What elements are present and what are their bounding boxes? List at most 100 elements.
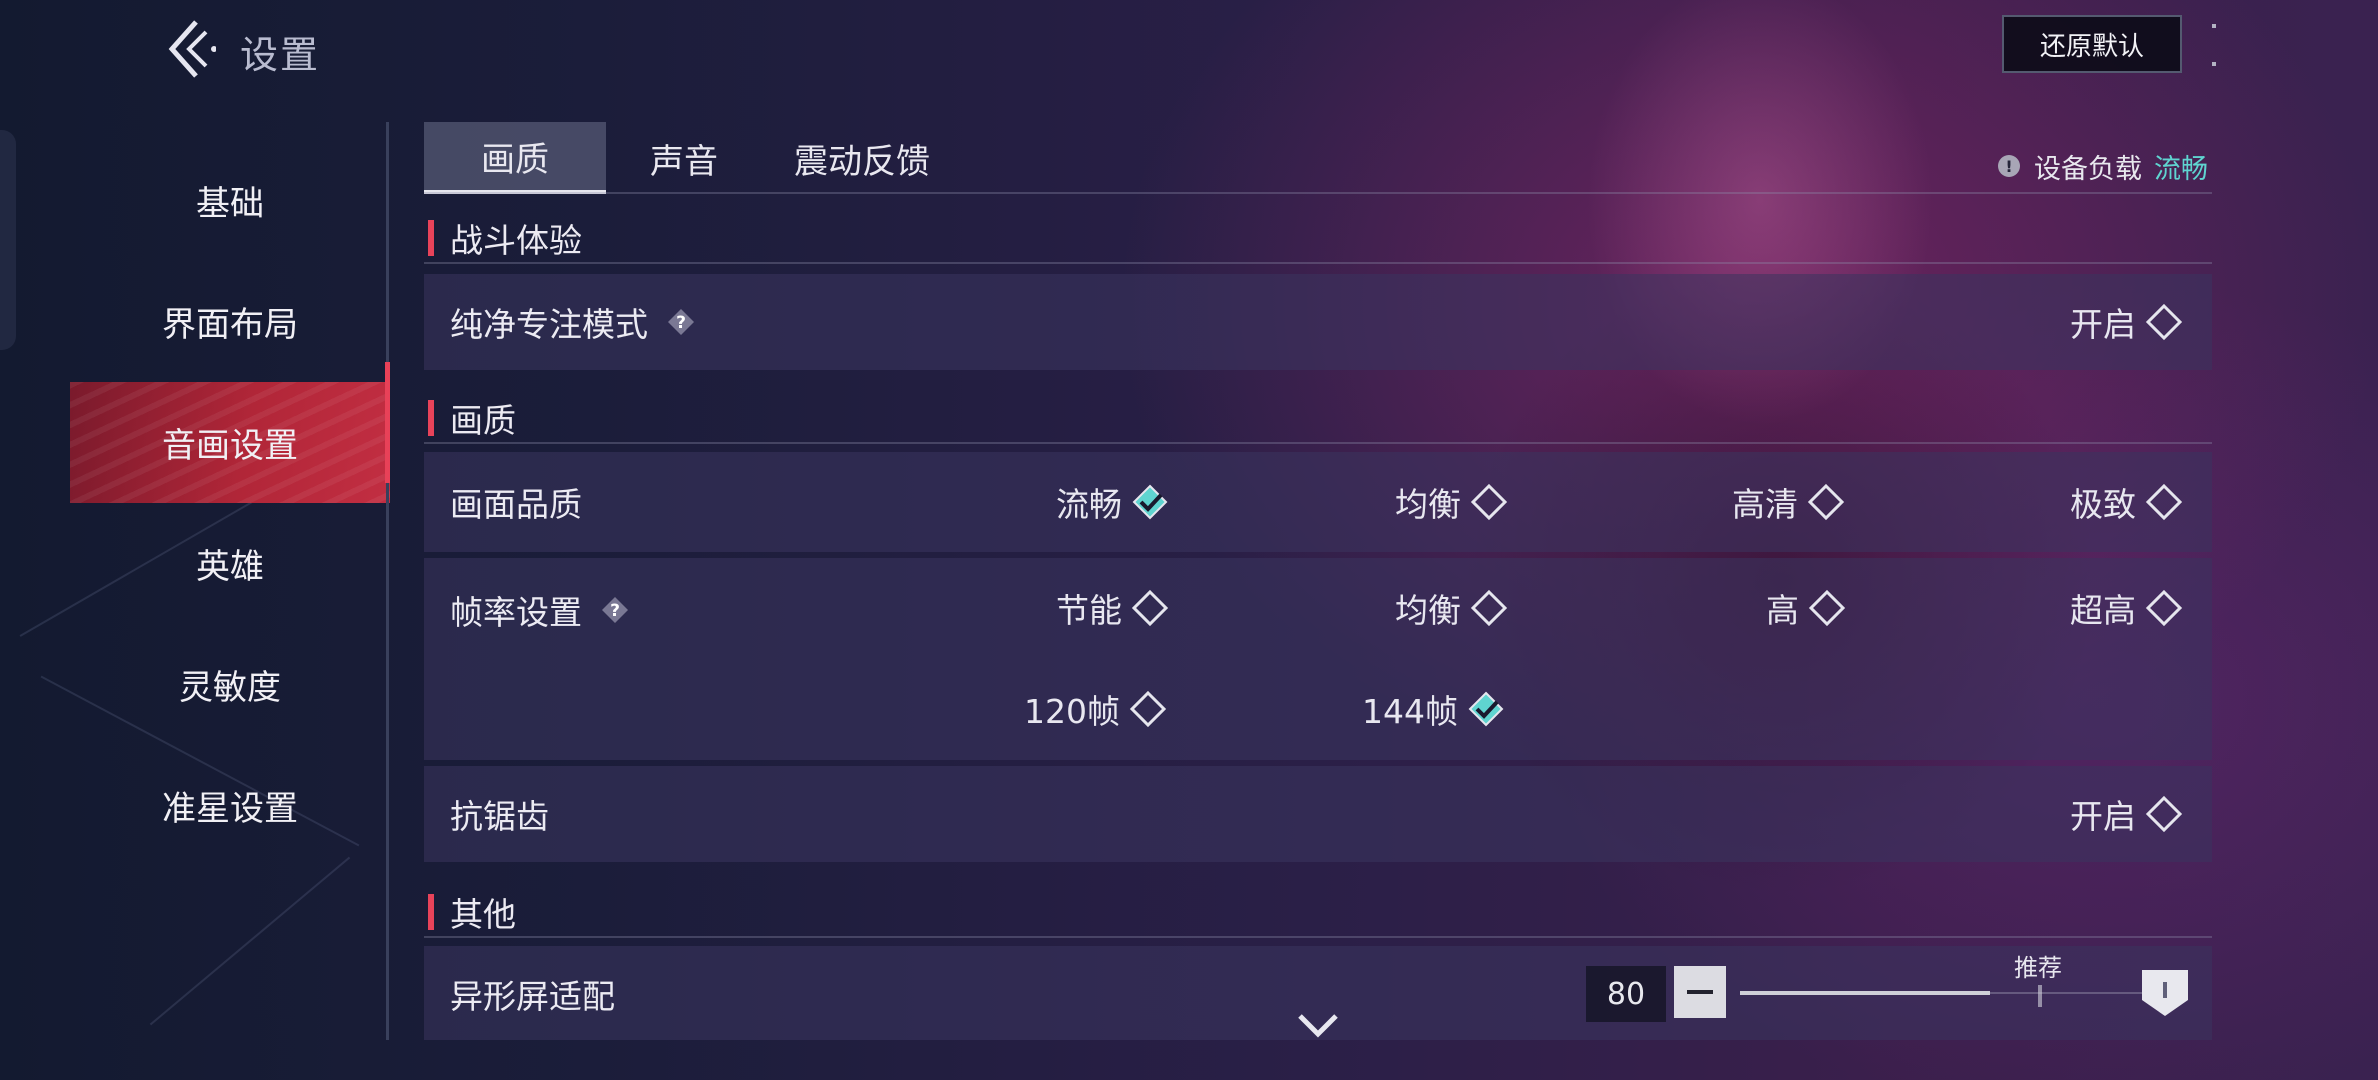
option-label: 开启	[2070, 797, 2136, 836]
sidebar-item-audio-video[interactable]: 音画设置	[70, 382, 390, 503]
sidebar-item-label: 准星设置	[162, 789, 298, 829]
chevron-left-icon	[168, 20, 216, 78]
decorative-tab	[0, 130, 16, 350]
option-quality-balanced[interactable]: 均衡	[1395, 477, 1509, 527]
diamond-checkbox-icon	[1470, 483, 1508, 521]
restore-default-button[interactable]: 还原默认	[2002, 15, 2182, 73]
chevron-down-icon[interactable]	[1296, 1010, 1340, 1040]
section-title-combat: 战斗体验	[428, 218, 582, 260]
option-label: 均衡	[1395, 485, 1461, 524]
question-icon[interactable]: ?	[666, 307, 696, 337]
decrease-button[interactable]	[1674, 966, 1726, 1018]
section-title-text: 画质	[450, 401, 516, 440]
sidebar-divider	[386, 122, 389, 1040]
option-fps-balanced[interactable]: 均衡	[1395, 583, 1509, 633]
diamond-checked-icon	[1468, 691, 1504, 727]
sidebar-item-label: 英雄	[196, 547, 264, 587]
option-label: 极致	[2070, 485, 2136, 524]
option-label: 流畅	[1056, 485, 1122, 524]
notch-adapt-slider[interactable]	[1740, 991, 1990, 995]
option-label: 超高	[2070, 591, 2136, 630]
sidebar-item-heroes[interactable]: 英雄	[70, 503, 390, 624]
diamond-checkbox-icon	[1808, 589, 1846, 627]
diamond-checkbox-icon	[2145, 589, 2183, 627]
section-title-text: 战斗体验	[450, 221, 582, 260]
setting-row-picture-quality: 画面品质 流畅 均衡 高清 极致	[424, 452, 2212, 552]
recommend-label: 推荐	[2014, 954, 2062, 982]
decorative-line	[149, 856, 351, 1026]
sidebar-item-layout[interactable]: 界面布局	[70, 261, 390, 382]
section-divider	[424, 936, 2212, 938]
slider-handle[interactable]	[2138, 966, 2192, 1020]
option-label: 120帧	[1024, 692, 1120, 731]
option-quality-ultra[interactable]: 极致	[2070, 477, 2184, 527]
section-marker	[428, 220, 434, 256]
sidebar-active-indicator	[385, 362, 390, 483]
tab-divider	[424, 192, 2212, 194]
setting-label: 纯净专注模式	[450, 305, 648, 344]
option-fps-ultra[interactable]: 超高	[2070, 583, 2184, 633]
option-quality-smooth[interactable]: 流畅	[1056, 477, 1170, 527]
diamond-checkbox-icon	[2145, 483, 2183, 521]
sidebar-item-crosshair[interactable]: 准星设置	[70, 745, 390, 866]
sidebar-item-label: 基础	[196, 184, 264, 224]
tab-vibration[interactable]: 震动反馈	[762, 122, 962, 194]
setting-row-frame-rate: 帧率设置 ? 节能 均衡 高 超高 120帧 144帧	[424, 558, 2212, 760]
decorative-dot	[2212, 62, 2216, 66]
diamond-checkbox-icon	[1807, 483, 1845, 521]
section-title-text: 其他	[450, 895, 516, 934]
sidebar-item-label: 音画设置	[162, 426, 298, 466]
sidebar-item-basic[interactable]: 基础	[70, 140, 390, 261]
setting-label: 画面品质	[450, 485, 582, 524]
diamond-checkbox-icon	[2145, 303, 2183, 341]
setting-label: 帧率设置	[450, 593, 582, 632]
option-pure-focus-on[interactable]: 开启	[2070, 297, 2184, 347]
option-label: 高	[1766, 591, 1799, 630]
notch-adapt-value: 80	[1586, 966, 1666, 1022]
recommend-marker	[2038, 985, 2042, 1007]
tab-sound[interactable]: 声音	[606, 122, 762, 194]
device-load-status: ! 设备负载 流畅	[1998, 146, 2208, 186]
diamond-checkbox-icon	[1131, 589, 1169, 627]
setting-row-pure-focus: 纯净专注模式 ? 开启	[424, 274, 2212, 370]
diamond-checked-icon	[1132, 484, 1168, 520]
setting-row-anti-alias: 抗锯齿 开启	[424, 766, 2212, 862]
page-title: 设置	[240, 33, 321, 77]
section-divider	[424, 442, 2212, 444]
option-anti-alias-on[interactable]: 开启	[2070, 789, 2184, 839]
section-divider	[424, 262, 2212, 264]
sidebar-item-label: 界面布局	[162, 305, 298, 345]
decorative-dot	[2212, 24, 2216, 28]
option-fps-144[interactable]: 144帧	[1362, 684, 1506, 734]
option-fps-eco[interactable]: 节能	[1056, 583, 1170, 633]
setting-label: 异形屏适配	[450, 977, 615, 1016]
tab-bar: 画质 声音 震动反馈	[424, 122, 962, 194]
device-load-value: 流畅	[2154, 153, 2208, 185]
setting-label: 抗锯齿	[450, 797, 549, 836]
svg-text:?: ?	[610, 601, 620, 621]
section-marker	[428, 894, 434, 930]
svg-text:?: ?	[676, 313, 686, 333]
diamond-checkbox-icon	[2145, 795, 2183, 833]
option-quality-hd[interactable]: 高清	[1732, 477, 1846, 527]
warning-icon: !	[1998, 155, 2020, 177]
option-label: 开启	[2070, 305, 2136, 344]
sidebar-item-sensitivity[interactable]: 灵敏度	[70, 624, 390, 745]
option-fps-120[interactable]: 120帧	[1024, 684, 1168, 734]
option-fps-high[interactable]: 高	[1766, 583, 1847, 633]
diamond-checkbox-icon	[1129, 690, 1167, 728]
section-marker	[428, 400, 434, 436]
section-title-quality: 画质	[428, 398, 516, 440]
tab-quality[interactable]: 画质	[424, 122, 606, 194]
minus-icon	[1687, 990, 1713, 994]
option-label: 节能	[1056, 591, 1122, 630]
option-label: 均衡	[1395, 591, 1461, 630]
device-load-label: 设备负载	[2034, 153, 2142, 185]
back-button[interactable]	[160, 18, 220, 80]
diamond-checkbox-icon	[1470, 589, 1508, 627]
section-title-other: 其他	[428, 892, 516, 934]
question-icon[interactable]: ?	[600, 595, 630, 625]
option-label: 144帧	[1362, 692, 1458, 731]
sidebar-item-label: 灵敏度	[179, 668, 281, 708]
option-label: 高清	[1732, 485, 1798, 524]
